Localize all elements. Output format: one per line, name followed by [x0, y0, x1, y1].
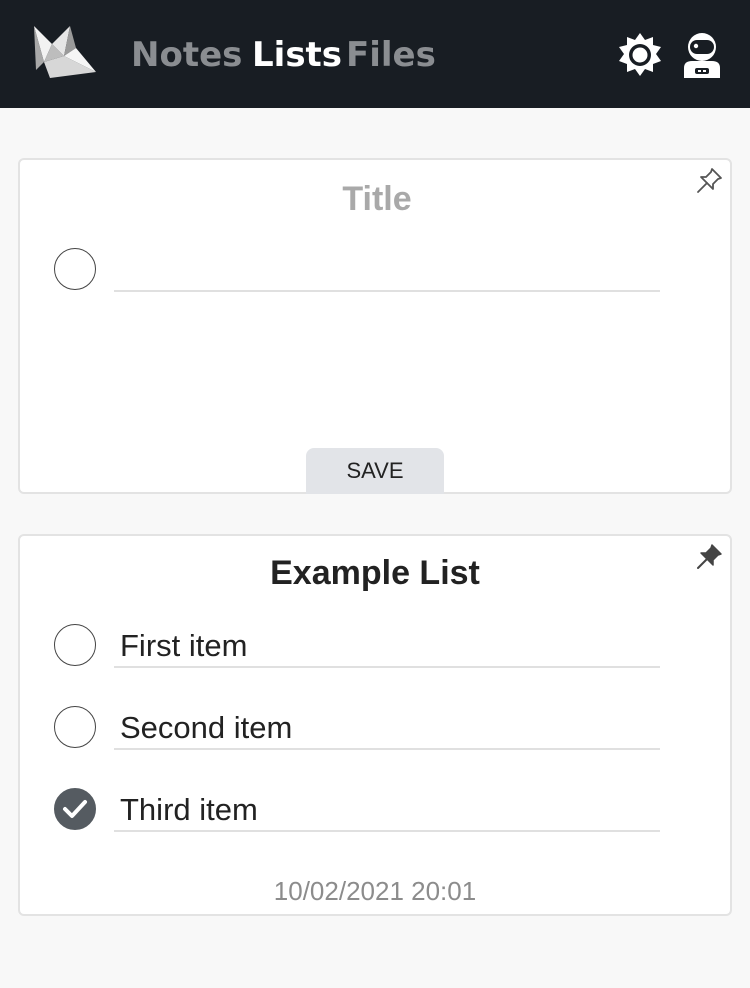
top-navigation-bar: Notes Lists Files	[0, 0, 750, 108]
list-title: Example List	[270, 554, 480, 592]
nav-files[interactable]: Files	[346, 32, 436, 78]
checkmark-icon	[63, 800, 87, 818]
list-item: Third item	[54, 788, 660, 832]
new-item-input[interactable]	[114, 248, 660, 292]
new-item-checkbox[interactable]	[54, 248, 96, 290]
folded-paper-bird-logo[interactable]	[30, 22, 98, 80]
list-item: First item	[54, 624, 660, 668]
new-item-row	[54, 248, 660, 292]
item-checkbox-checked[interactable]	[54, 788, 96, 830]
nav-lists[interactable]: Lists	[252, 32, 342, 78]
save-button[interactable]: SAVE	[306, 448, 444, 494]
nav-notes[interactable]: Notes	[131, 32, 242, 78]
list-item: Second item	[54, 706, 660, 750]
list-title-input[interactable]	[210, 178, 544, 220]
item-checkbox[interactable]	[54, 706, 96, 748]
astronaut-icon[interactable]	[680, 32, 724, 78]
pin-outline-icon[interactable]	[694, 166, 724, 196]
example-list-card: Example List First item Second item Thir…	[18, 534, 732, 916]
item-text[interactable]: First item	[114, 624, 660, 668]
item-checkbox[interactable]	[54, 624, 96, 666]
list-timestamp: 10/02/2021 20:01	[273, 876, 477, 906]
item-text[interactable]: Third item	[114, 788, 660, 832]
sun-icon[interactable]	[616, 31, 664, 79]
new-list-card: SAVE	[18, 158, 732, 494]
item-text[interactable]: Second item	[114, 706, 660, 750]
